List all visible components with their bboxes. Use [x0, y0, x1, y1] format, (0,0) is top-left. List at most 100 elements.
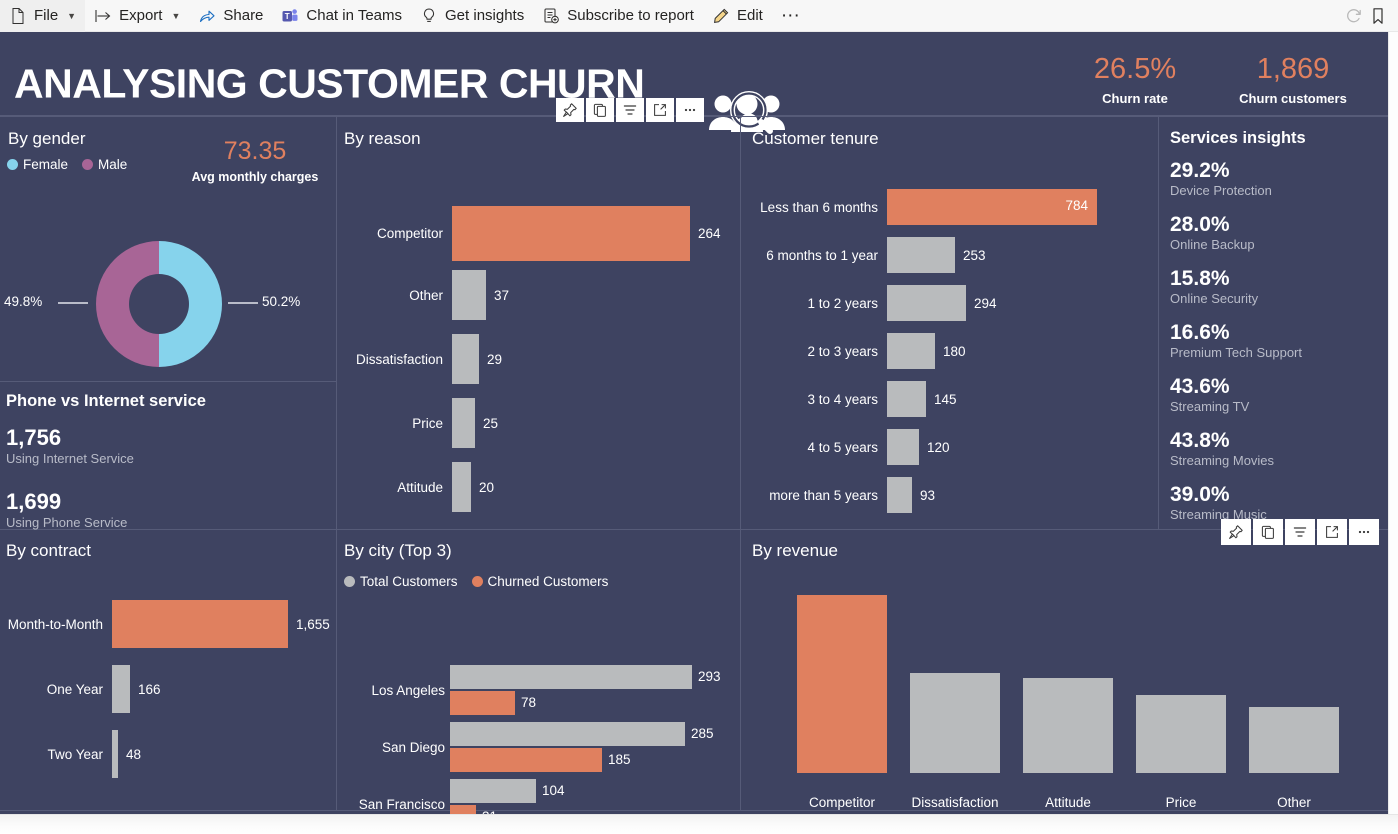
tenure-row-3[interactable]: 2 to 3 years 180: [744, 333, 966, 369]
more-commands-label: ···: [780, 4, 800, 26]
services-item-streaming-movies: 43.8% Streaming Movies: [1170, 429, 1274, 469]
visual-by-gender[interactable]: By gender Female Male 73.35 Avg monthly …: [0, 120, 336, 380]
reason-bar-attitude[interactable]: [452, 462, 471, 512]
gender-donut-chart[interactable]: [94, 239, 224, 369]
city-group-san-francisco[interactable]: San Francisco 104 31: [340, 532, 738, 814]
more-options-icon[interactable]: [1349, 519, 1379, 545]
tenure-bar-6[interactable]: [887, 477, 912, 513]
services-item-online-security: 15.8% Online Security: [1170, 267, 1258, 307]
divider-col-2: [740, 117, 741, 529]
focus-mode-icon[interactable]: [1317, 519, 1347, 545]
services-pct-2: 15.8%: [1170, 267, 1230, 290]
visual-phone-vs-internet[interactable]: Phone vs Internet service 1,756 Using In…: [0, 384, 336, 530]
tenure-row-2[interactable]: 1 to 2 years 294: [744, 285, 997, 321]
reason-bar-other[interactable]: [452, 270, 486, 320]
teams-icon: T: [281, 7, 299, 25]
revenue-bar-2[interactable]: [1023, 678, 1113, 773]
tenure-cat-0: Less than 6 months: [760, 199, 878, 215]
contract-cat-0: Month-to-Month: [7, 616, 103, 632]
more-options-icon[interactable]: [676, 98, 704, 122]
tenure-row-0[interactable]: Less than 6 months 784: [744, 189, 1097, 225]
revenue-col-price[interactable]: 0.44M Price: [1136, 595, 1226, 810]
internet-service-card: 1,756 Using Internet Service: [6, 425, 134, 468]
filter-icon[interactable]: [616, 98, 644, 122]
legend-item-male[interactable]: Male: [82, 157, 127, 172]
tenure-bar-2[interactable]: [887, 285, 966, 321]
reason-row-price[interactable]: Price 25: [340, 398, 498, 448]
revenue-bar-1[interactable]: [910, 673, 1000, 773]
revenue-col-attitude[interactable]: 0.58M Attitude: [1023, 595, 1113, 810]
contract-bar-1[interactable]: [112, 665, 130, 713]
export-menu-button[interactable]: Export ▼: [85, 0, 189, 32]
share-button[interactable]: Share: [189, 0, 272, 32]
services-name-2: Online Security: [1170, 291, 1259, 307]
revenue-col-dissatisfaction[interactable]: 0.62M Dissatisfaction: [910, 595, 1000, 810]
revenue-col-competitor[interactable]: 1.69M Competitor: [797, 595, 887, 810]
get-insights-button[interactable]: Get insights: [411, 0, 533, 32]
contract-row-month-to-month[interactable]: Month-to-Month 1,655: [0, 600, 330, 648]
command-bar-right-actions: [1344, 6, 1398, 26]
tenure-bar-3[interactable]: [887, 333, 935, 369]
city-bar-total-2[interactable]: [450, 779, 536, 803]
reason-row-dissatisfaction[interactable]: Dissatisfaction 29: [340, 334, 502, 384]
focus-mode-icon[interactable]: [646, 98, 674, 122]
services-item-device-protection: 29.2% Device Protection: [1170, 159, 1272, 199]
services-item-streaming-music: 39.0% Streaming Music: [1170, 483, 1267, 523]
visual-by-reason[interactable]: By reason Competitor 264 Other 37 Dissat…: [340, 120, 738, 528]
tenure-row-1[interactable]: 6 months to 1 year 253: [744, 237, 986, 273]
pencil-icon: [712, 7, 730, 25]
tenure-row-6[interactable]: more than 5 years 93: [744, 477, 935, 513]
copy-icon[interactable]: [586, 98, 614, 122]
tenure-cat-5: 4 to 5 years: [807, 439, 878, 455]
revenue-bar-0[interactable]: [797, 595, 887, 773]
kpi-churn-customers-label: Churn customers: [1239, 90, 1347, 106]
tenure-bar-1[interactable]: [887, 237, 955, 273]
bookmark-icon[interactable]: [1368, 6, 1388, 26]
subscribe-to-report-button[interactable]: Subscribe to report: [533, 0, 703, 32]
pin-icon[interactable]: [1221, 519, 1251, 545]
services-pct-6: 39.0%: [1170, 483, 1230, 506]
revenue-bar-3[interactable]: [1136, 695, 1226, 773]
contract-row-two-year[interactable]: Two Year 48: [0, 730, 141, 778]
internet-service-value: 1,756: [6, 425, 62, 450]
services-pct-1: 28.0%: [1170, 213, 1230, 236]
revenue-cat-1: Dissatisfaction: [911, 795, 999, 810]
services-name-4: Streaming TV: [1170, 399, 1250, 415]
contract-row-one-year[interactable]: One Year 166: [0, 665, 161, 713]
reason-row-other[interactable]: Other 37: [340, 270, 509, 320]
visual-by-revenue[interactable]: By revenue 1.69M Competitor 0.62M Dissat…: [744, 532, 1388, 810]
visual-services-insights[interactable]: Services insights 29.2% Device Protectio…: [1162, 120, 1388, 528]
services-name-3: Premium Tech Support: [1170, 345, 1302, 361]
filter-icon[interactable]: [1285, 519, 1315, 545]
revenue-col-other[interactable]: 0.35M Other: [1249, 595, 1339, 810]
tenure-cat-4: 3 to 4 years: [807, 391, 878, 407]
reason-bar-price[interactable]: [452, 398, 475, 448]
reset-icon[interactable]: [1344, 6, 1364, 26]
edit-button[interactable]: Edit: [703, 0, 772, 32]
divider-col-1-bottom: [336, 530, 337, 810]
export-icon: [94, 7, 112, 25]
visual-customer-tenure[interactable]: Customer tenure Less than 6 months 784 6…: [744, 120, 1156, 528]
tenure-bar-5[interactable]: [887, 429, 919, 465]
reason-row-attitude[interactable]: Attitude 20: [340, 462, 494, 512]
revenue-bar-4[interactable]: [1249, 707, 1339, 773]
chat-in-teams-button[interactable]: T Chat in Teams: [272, 0, 411, 32]
visual-by-contract[interactable]: By contract Month-to-Month 1,655 One Yea…: [0, 532, 336, 810]
reason-bar-competitor[interactable]: [452, 206, 690, 261]
file-menu-button[interactable]: File ▼: [0, 0, 86, 32]
city-bar-churned-2[interactable]: [450, 805, 476, 814]
reason-bar-dissatisfaction[interactable]: [452, 334, 479, 384]
share-button-label: Share: [223, 7, 264, 24]
reason-row-competitor[interactable]: Competitor 264: [340, 206, 721, 261]
tenure-row-5[interactable]: 4 to 5 years 120: [744, 429, 950, 465]
tenure-bar-4[interactable]: [887, 381, 926, 417]
contract-bar-0[interactable]: [112, 600, 288, 648]
tenure-row-4[interactable]: 3 to 4 years 145: [744, 381, 957, 417]
visual-by-city[interactable]: By city (Top 3) Total Customers Churned …: [340, 532, 738, 814]
copy-icon[interactable]: [1253, 519, 1283, 545]
tenure-bar-0[interactable]: 784: [887, 189, 1097, 225]
more-commands-button[interactable]: ···: [772, 0, 809, 32]
pin-icon[interactable]: [556, 98, 584, 122]
phone-vs-internet-title: Phone vs Internet service: [6, 392, 206, 410]
legend-item-female[interactable]: Female: [7, 157, 68, 172]
